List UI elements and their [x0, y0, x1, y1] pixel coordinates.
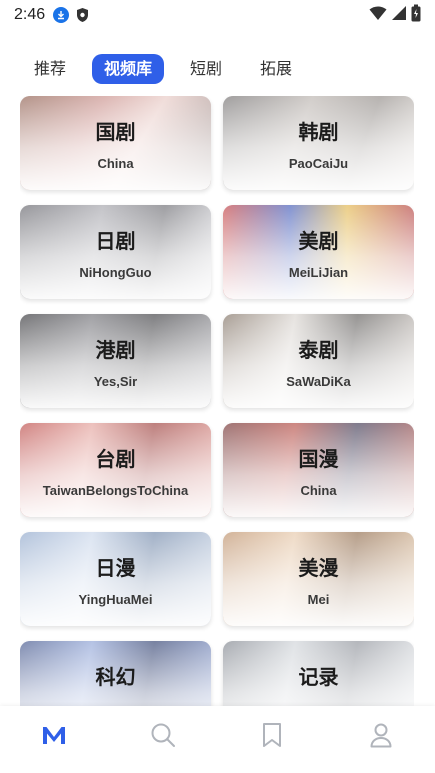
- card-subtitle: NiHongGuo: [79, 265, 152, 280]
- card-title: 韩剧: [298, 120, 339, 144]
- category-grid: 国剧 China 韩剧 PaoCaiJu 日剧 NiHongGuo 美剧 Mei…: [20, 96, 414, 706]
- nav-search[interactable]: [138, 712, 188, 762]
- profile-icon: [369, 722, 393, 752]
- category-card-jilu[interactable]: 记录: [223, 641, 414, 706]
- tab-video-library[interactable]: 视频库: [92, 54, 165, 84]
- tab-extensions[interactable]: 拓展: [248, 54, 304, 84]
- card-title: 日剧: [95, 229, 136, 253]
- card-subtitle: PaoCaiJu: [288, 156, 349, 171]
- category-card-meiju[interactable]: 美剧 MeiLiJian: [223, 205, 414, 299]
- card-subtitle: China: [97, 156, 134, 171]
- category-card-kehuan[interactable]: 科幻: [20, 641, 211, 706]
- category-card-riju[interactable]: 日剧 NiHongGuo: [20, 205, 211, 299]
- status-right-icons: [369, 4, 421, 26]
- category-card-guoman[interactable]: 国漫 China: [223, 423, 414, 517]
- battery-icon: [411, 4, 421, 26]
- status-time: 2:46: [14, 6, 46, 23]
- nav-bookmarks[interactable]: [247, 712, 297, 762]
- tab-recommend[interactable]: 推荐: [22, 54, 78, 84]
- card-title: 国剧: [95, 120, 136, 144]
- card-title: 记录: [298, 665, 339, 689]
- category-card-taiwan-ju[interactable]: 台剧 TaiwanBelongsToChina: [20, 423, 211, 517]
- bookmark-icon: [261, 722, 283, 752]
- card-subtitle: Yes,Sir: [93, 374, 138, 389]
- category-card-meiman[interactable]: 美漫 Mei: [223, 532, 414, 626]
- category-card-guoju[interactable]: 国剧 China: [20, 96, 211, 190]
- card-subtitle: MeiLiJian: [288, 265, 349, 280]
- card-title: 台剧: [95, 447, 136, 471]
- card-subtitle: TaiwanBelongsToChina: [42, 483, 189, 498]
- card-title: 泰剧: [298, 338, 339, 362]
- card-title: 美剧: [298, 229, 339, 253]
- card-title: 国漫: [298, 447, 339, 471]
- category-card-riman[interactable]: 日漫 YingHuaMei: [20, 532, 211, 626]
- nav-profile[interactable]: [356, 712, 406, 762]
- download-icon: [53, 7, 70, 23]
- card-title: 科幻: [95, 665, 136, 689]
- card-subtitle: YingHuaMei: [78, 592, 153, 607]
- home-m-icon: [41, 724, 67, 750]
- category-card-hanju[interactable]: 韩剧 PaoCaiJu: [223, 96, 414, 190]
- bottom-navigation: [0, 706, 435, 773]
- tab-short-drama[interactable]: 短剧: [178, 54, 234, 84]
- shield-icon: [75, 7, 90, 23]
- card-subtitle: SaWaDiKa: [286, 374, 351, 389]
- card-subtitle: Mei: [307, 592, 330, 607]
- search-icon: [150, 722, 176, 752]
- card-title: 港剧: [95, 338, 136, 362]
- category-card-gangju[interactable]: 港剧 Yes,Sir: [20, 314, 211, 408]
- signal-icon: [391, 5, 407, 25]
- category-tabs: 推荐 视频库 短剧 拓展: [22, 54, 318, 84]
- card-subtitle: China: [300, 483, 337, 498]
- wifi-icon: [369, 5, 387, 25]
- nav-home[interactable]: [29, 712, 79, 762]
- card-title: 美漫: [298, 556, 339, 580]
- card-title: 日漫: [95, 556, 136, 580]
- category-card-taiju[interactable]: 泰剧 SaWaDiKa: [223, 314, 414, 408]
- status-bar: 2:46: [0, 0, 435, 30]
